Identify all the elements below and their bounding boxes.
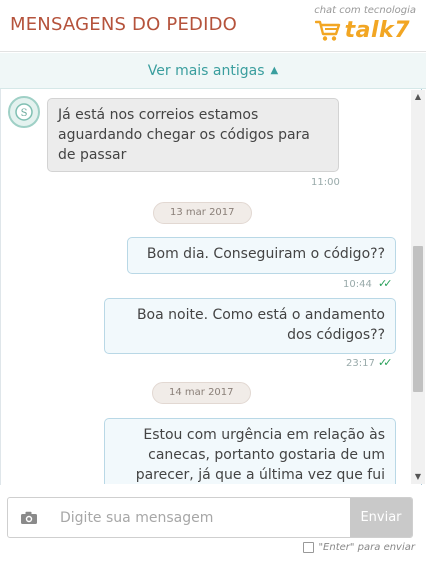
load-older-button[interactable]: Ver mais antigas ▲ <box>0 53 426 89</box>
brand-logo: talk7 <box>314 18 410 43</box>
store-logo-icon: S <box>15 103 33 121</box>
send-button[interactable]: Enviar <box>350 498 412 537</box>
date-separator: 14 mar 2017 <box>152 382 251 404</box>
powered-by-label: chat com tecnologia <box>314 5 416 16</box>
load-older-label: Ver mais antigas <box>147 62 265 79</box>
read-check-icon: ✓✓ <box>378 356 393 369</box>
message-time: 10:44 <box>343 279 372 290</box>
shopping-cart-icon <box>314 20 340 41</box>
brand-name: talk7 <box>344 18 410 43</box>
message-text: Bom dia. Conseguiram o código?? <box>146 246 385 262</box>
date-separator: 13 mar 2017 <box>153 202 252 224</box>
enter-to-send-option[interactable]: "Enter" para enviar <box>303 542 415 553</box>
message-text: Já está nos correios estamos aguardando … <box>58 107 310 163</box>
message-bubble-outgoing: Estou com urgência em relação às canecas… <box>104 418 396 484</box>
avatar: S <box>8 96 40 128</box>
message-bubble-outgoing: Boa noite. Como está o andamento dos cód… <box>104 298 396 354</box>
scroll-down-arrow-icon[interactable]: ▼ <box>411 470 425 484</box>
message-bubble-incoming: Já está nos correios estamos aguardando … <box>47 98 339 172</box>
chevron-up-icon: ▲ <box>270 65 279 76</box>
svg-text:S: S <box>21 108 28 119</box>
message-scrollbar[interactable]: ▲ ▼ <box>411 90 425 484</box>
scroll-thumb[interactable] <box>413 246 423 392</box>
message-input[interactable] <box>52 498 350 537</box>
page-title: MENSAGENS DO PEDIDO <box>10 14 238 35</box>
read-check-icon: ✓✓ <box>378 277 393 290</box>
message-bubble-outgoing: Bom dia. Conseguiram o código?? <box>127 237 396 274</box>
message-time: 11:00 <box>311 177 340 188</box>
camera-icon[interactable] <box>20 510 38 529</box>
message-composer: Enviar <box>7 497 413 538</box>
enter-to-send-label: "Enter" para enviar <box>318 542 415 553</box>
message-text: Boa noite. Como está o andamento dos cód… <box>136 307 385 343</box>
message-time: 23:17 <box>346 358 375 369</box>
scroll-up-arrow-icon[interactable]: ▲ <box>411 90 425 104</box>
chat-header: MENSAGENS DO PEDIDO chat com tecnologia … <box>0 0 426 52</box>
enter-to-send-checkbox[interactable] <box>303 542 315 553</box>
message-text: Estou com urgência em relação às canecas… <box>135 427 385 483</box>
